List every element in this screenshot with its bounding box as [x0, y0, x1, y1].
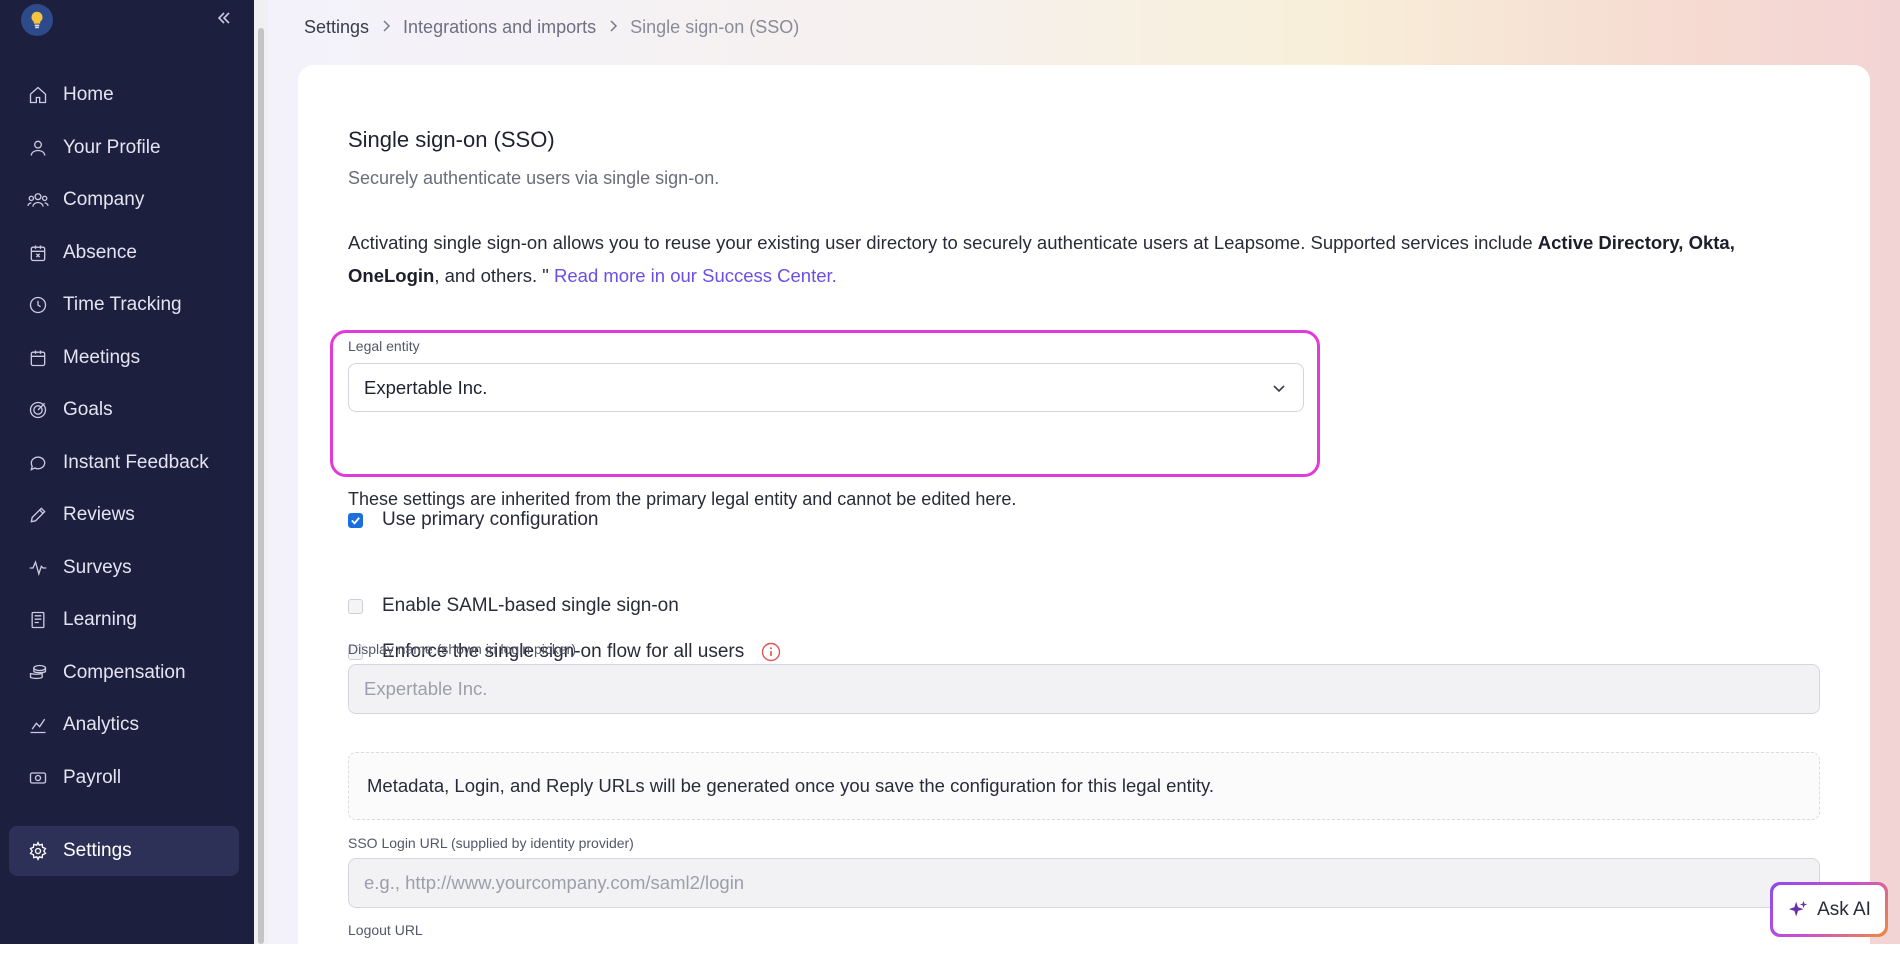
sidebar-item-reviews[interactable]: Reviews — [0, 489, 254, 542]
sidebar-item-learning[interactable]: Learning — [0, 594, 254, 647]
sidebar-item-payroll[interactable]: Payroll — [0, 752, 254, 805]
description-text: Activating single sign-on allows you to … — [348, 232, 1538, 253]
sidebar: Home Your Profile Company Absence Time T… — [0, 0, 254, 944]
sidebar-item-goals[interactable]: Goals — [0, 384, 254, 437]
ask-ai-button[interactable]: Ask AI — [1770, 882, 1888, 937]
sidebar-item-label: Absence — [63, 241, 137, 263]
sidebar-item-label: Reviews — [63, 504, 135, 526]
sidebar-item-surveys[interactable]: Surveys — [0, 542, 254, 595]
sidebar-item-label: Your Profile — [63, 136, 161, 158]
sidebar-nav: Home Your Profile Company Absence Time T… — [0, 69, 254, 804]
sidebar-item-label: Analytics — [63, 714, 140, 736]
sidebar-item-company[interactable]: Company — [0, 174, 254, 227]
home-icon — [27, 84, 49, 106]
use-primary-config-label[interactable]: Use primary configuration — [382, 509, 598, 531]
coins-icon — [27, 662, 49, 684]
sso-login-url-field[interactable]: e.g., http://www.yourcompany.com/saml2/l… — [348, 858, 1820, 908]
sidebar-item-settings[interactable]: Settings — [9, 826, 239, 876]
sidebar-item-label: Home — [63, 84, 114, 106]
chevron-down-icon — [1269, 378, 1289, 398]
gear-icon — [27, 840, 49, 862]
legal-entity-value: Expertable Inc. — [364, 376, 488, 398]
enable-saml-checkbox[interactable] — [348, 598, 363, 614]
use-primary-config-row: Use primary configuration — [348, 509, 598, 531]
sso-settings-card: Single sign-on (SSO) Securely authentica… — [298, 65, 1870, 965]
chevron-right-icon — [608, 19, 618, 35]
calendar-x-icon — [27, 242, 49, 264]
sidebar-item-label: Meetings — [63, 346, 141, 368]
sidebar-item-label: Payroll — [63, 766, 122, 788]
leapsome-logo[interactable] — [21, 4, 53, 36]
lightbulb-icon — [31, 11, 43, 29]
double-chevron-left-icon — [217, 12, 230, 24]
sidebar-item-label: Company — [63, 189, 145, 211]
checkmark-icon — [351, 516, 360, 525]
user-icon — [27, 137, 49, 159]
sidebar-scrollbar[interactable] — [254, 0, 268, 944]
sidebar-item-meetings[interactable]: Meetings — [0, 332, 254, 385]
chart-icon — [27, 714, 49, 736]
breadcrumb: Settings Integrations and imports Single… — [304, 14, 799, 40]
sparkle-icon — [1788, 900, 1808, 916]
breadcrumb-integrations[interactable]: Integrations and imports — [403, 17, 596, 38]
pencil-icon — [27, 504, 49, 526]
pulse-icon — [27, 557, 49, 579]
sidebar-item-label: Time Tracking — [63, 294, 182, 316]
sidebar-item-label: Instant Feedback — [63, 451, 209, 473]
breadcrumb-sso: Single sign-on (SSO) — [630, 16, 800, 37]
sso-login-url-placeholder: e.g., http://www.yourcompany.com/saml2/l… — [364, 872, 745, 893]
urls-notice-text: Metadata, Login, and Reply URLs will be … — [367, 775, 1215, 796]
page-title: Single sign-on (SSO) — [348, 127, 555, 152]
ask-ai-label: Ask AI — [1817, 898, 1871, 920]
sidebar-item-your-profile[interactable]: Your Profile — [0, 122, 254, 175]
scrollbar-thumb[interactable] — [258, 28, 264, 944]
display-name-placeholder: Expertable Inc. — [364, 678, 488, 699]
page-subtitle: Securely authenticate users via single s… — [348, 168, 720, 188]
display-name-label: Display name (shown in login picker) — [348, 641, 576, 657]
display-name-field[interactable]: Expertable Inc. — [348, 664, 1820, 714]
breadcrumb-settings[interactable]: Settings — [304, 17, 369, 38]
sidebar-item-absence[interactable]: Absence — [0, 227, 254, 280]
logout-url-label: Logout URL — [348, 922, 423, 938]
success-center-link[interactable]: Read more in our Success Center. — [554, 265, 837, 286]
clock-icon — [27, 294, 49, 316]
sidebar-item-label: Surveys — [63, 556, 132, 578]
users-icon — [27, 189, 49, 211]
money-icon — [27, 767, 49, 789]
sso-login-url-label: SSO Login URL (supplied by identity prov… — [348, 835, 634, 851]
target-icon — [27, 399, 49, 421]
sidebar-item-home[interactable]: Home — [0, 69, 254, 122]
sidebar-item-time-tracking[interactable]: Time Tracking — [0, 279, 254, 332]
main-content: Settings Integrations and imports Single… — [268, 0, 1900, 965]
legal-entity-label: Legal entity — [348, 338, 420, 354]
use-primary-config-checkbox[interactable] — [348, 512, 363, 528]
urls-notice: Metadata, Login, and Reply URLs will be … — [348, 752, 1820, 820]
sso-description: Activating single sign-on allows you to … — [348, 226, 1768, 292]
chevron-right-icon — [381, 19, 391, 35]
sidebar-item-instant-feedback[interactable]: Instant Feedback — [0, 437, 254, 490]
description-text-2: , and others. " — [434, 265, 555, 286]
calendar-icon — [27, 347, 49, 369]
sidebar-item-label: Goals — [63, 399, 113, 421]
inherited-note: These settings are inherited from the pr… — [348, 489, 1017, 509]
legal-entity-select[interactable]: Expertable Inc. — [348, 363, 1304, 412]
sidebar-item-analytics[interactable]: Analytics — [0, 699, 254, 752]
sidebar-item-label: Compensation — [63, 661, 186, 683]
sidebar-item-label: Learning — [63, 609, 137, 631]
sidebar-item-label: Settings — [63, 840, 132, 861]
book-icon — [27, 609, 49, 631]
sidebar-item-compensation[interactable]: Compensation — [0, 647, 254, 700]
collapse-sidebar-button[interactable] — [212, 6, 236, 30]
info-icon[interactable] — [760, 642, 781, 663]
enable-saml-row: Enable SAML-based single sign-on — [348, 595, 679, 617]
chat-bubble-icon — [27, 452, 49, 474]
enable-saml-label[interactable]: Enable SAML-based single sign-on — [382, 595, 679, 617]
